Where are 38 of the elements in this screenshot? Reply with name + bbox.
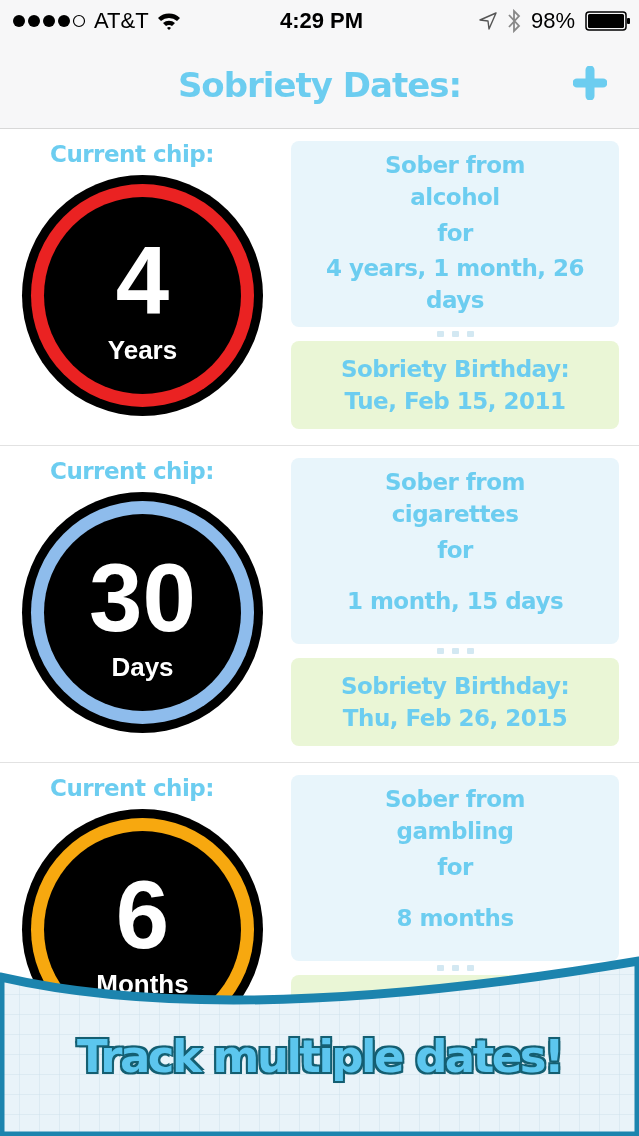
battery-percent: 98%	[530, 8, 575, 34]
location-arrow-icon	[478, 12, 497, 30]
chip-number: 6	[115, 867, 170, 963]
battery-icon	[585, 11, 631, 31]
substance-name: cigarettes	[391, 500, 519, 529]
dots-icon	[435, 647, 475, 655]
signal-icon	[12, 14, 86, 28]
dots-icon	[435, 964, 475, 972]
screen-title: Sobriety Dates:	[177, 65, 462, 105]
sober-from-label: Sober from	[385, 151, 525, 180]
chip-unit: Days	[111, 652, 174, 683]
wifi-icon	[156, 12, 181, 30]
chip-label: Current chip:	[50, 141, 214, 167]
chip-label: Current chip:	[50, 775, 214, 801]
promo-caption: Track multiple dates!	[75, 1030, 564, 1083]
chip-number: 30	[89, 550, 196, 646]
chip-label: Current chip:	[50, 458, 214, 484]
birthday-date: Thu, Feb 26, 2015	[342, 704, 568, 733]
dots-icon	[435, 330, 475, 338]
for-label: for	[437, 219, 473, 248]
birthday-date: Tue, Feb 15, 2011	[344, 387, 566, 416]
chip-unit: Years	[107, 335, 178, 366]
birthday-label: Sobriety Birthday:	[340, 355, 570, 384]
duration-text: 4 years, 1 month, 26 days	[324, 254, 586, 315]
duration-text: 1 month, 15 days	[346, 587, 564, 616]
substance-name: gambling	[396, 817, 514, 846]
status-time: 4:29 PM	[279, 8, 364, 34]
sober-from-label: Sober from	[385, 785, 525, 814]
for-label: for	[437, 536, 473, 565]
add-icon[interactable]	[573, 66, 607, 100]
bluetooth-icon	[506, 9, 521, 33]
duration-text: 8 months	[396, 904, 514, 933]
chip-number: 4	[115, 233, 170, 329]
birthday-label: Sobriety Birthday:	[340, 672, 570, 701]
substance-name: alcohol	[410, 183, 500, 212]
carrier-name: AT&T	[94, 8, 149, 34]
sober-from-label: Sober from	[385, 468, 525, 497]
for-label: for	[437, 853, 473, 882]
